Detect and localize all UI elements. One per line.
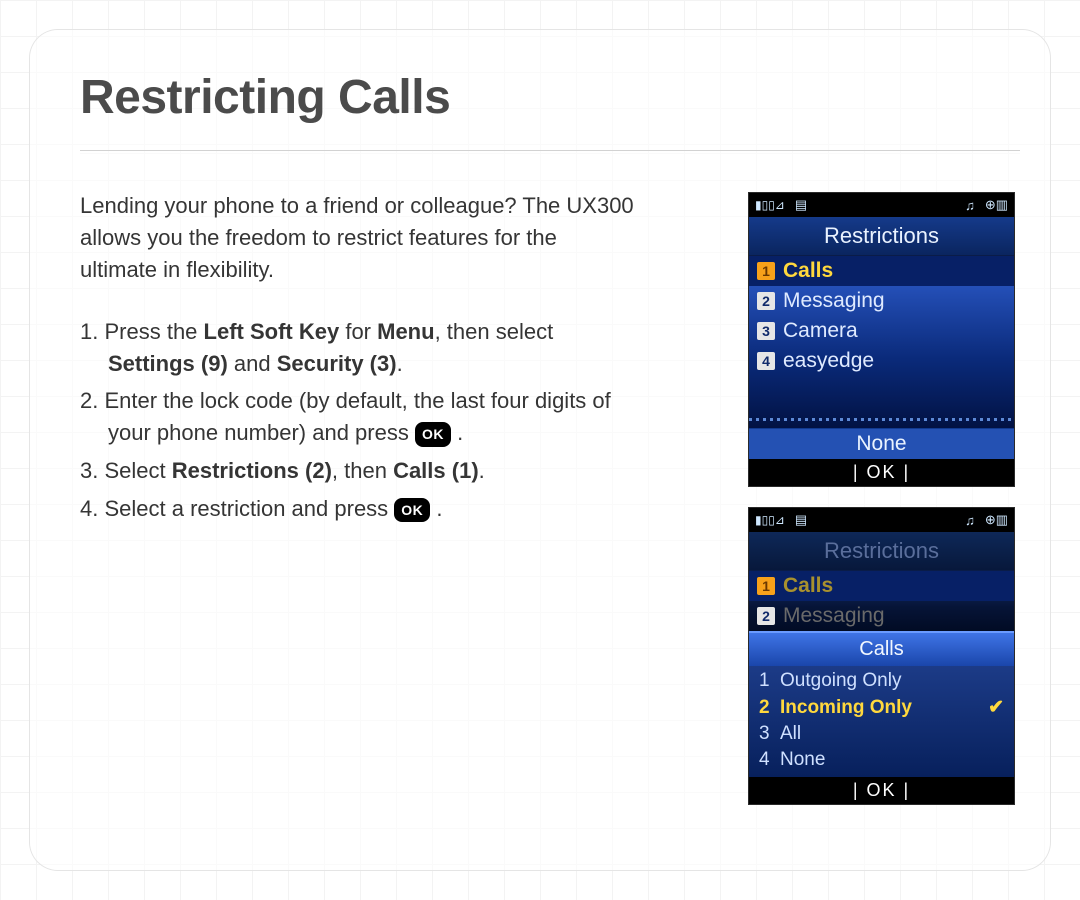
popup-item-incoming: 2 Incoming Only ✔ <box>749 694 1014 721</box>
dotted-divider <box>749 418 1014 421</box>
dimmed-background: Restrictions 1 Calls 2 Messaging <box>749 532 1014 631</box>
status-bar: ▮▯▯⊿ ▤ ♫ ⊕▥ <box>749 193 1014 217</box>
screen-title: Restrictions <box>749 217 1014 256</box>
ok-pill-icon: OK <box>415 422 451 446</box>
page-title: Restricting Calls <box>80 70 450 125</box>
popup-item-none: 4 None <box>749 747 1014 773</box>
step-4: Select a restriction and press OK . <box>80 493 640 525</box>
screen-title: Restrictions <box>749 532 1014 571</box>
menu-list: 1 Calls 2 Messaging 3 Camera 4 easyedge <box>749 256 1014 428</box>
ok-bar: | OK | <box>749 777 1014 804</box>
battery-icon: ⊕▥ <box>985 512 1008 528</box>
divider <box>80 150 1020 154</box>
phone-screen-2: ▮▯▯⊿ ▤ ♫ ⊕▥ Restrictions 1 Calls 2 Messa… <box>748 507 1015 805</box>
ok-bar: | OK | <box>749 459 1014 486</box>
body-text: Lending your phone to a friend or collea… <box>80 190 640 531</box>
softkey-label: None <box>749 428 1014 459</box>
music-icon: ♫ <box>965 513 975 528</box>
ok-pill-icon: OK <box>394 498 430 522</box>
signal-icon: ▮▯▯⊿ <box>755 198 785 212</box>
step-3: Select Restrictions (2), then Calls (1). <box>80 455 640 487</box>
intro-paragraph: Lending your phone to a friend or collea… <box>80 190 640 286</box>
music-icon: ♫ <box>965 198 975 213</box>
battery-icon: ⊕▥ <box>985 197 1008 213</box>
signal-icon: ▮▯▯⊿ <box>755 513 785 527</box>
check-icon: ✔ <box>988 696 1004 719</box>
step-2: Enter the lock code (by default, the las… <box>80 385 640 449</box>
data-icon: ▤ <box>795 512 807 528</box>
steps-list: Press the Left Soft Key for Menu, then s… <box>80 316 640 525</box>
popup-list: 1 Outgoing Only 2 Incoming Only ✔ 3 All … <box>749 666 1014 777</box>
phone-screen-1: ▮▯▯⊿ ▤ ♫ ⊕▥ Restrictions 1 Calls 2 Messa… <box>748 192 1015 487</box>
menu-item-calls: 1 Calls <box>749 571 1014 601</box>
popup-item-outgoing: 1 Outgoing Only <box>749 668 1014 694</box>
menu-item-easyedge: 4 easyedge <box>749 346 1014 376</box>
status-bar: ▮▯▯⊿ ▤ ♫ ⊕▥ <box>749 508 1014 532</box>
menu-item-camera: 3 Camera <box>749 316 1014 346</box>
popup-title: Calls <box>749 631 1014 666</box>
menu-item-calls: 1 Calls <box>749 256 1014 286</box>
bg-menu-list: 1 Calls 2 Messaging <box>749 571 1014 631</box>
menu-item-messaging: 2 Messaging <box>749 286 1014 316</box>
phone-screenshots: ▮▯▯⊿ ▤ ♫ ⊕▥ Restrictions 1 Calls 2 Messa… <box>748 192 1015 825</box>
data-icon: ▤ <box>795 197 807 213</box>
popup-item-all: 3 All <box>749 721 1014 747</box>
step-1: Press the Left Soft Key for Menu, then s… <box>80 316 640 380</box>
menu-item-messaging: 2 Messaging <box>749 601 1014 631</box>
